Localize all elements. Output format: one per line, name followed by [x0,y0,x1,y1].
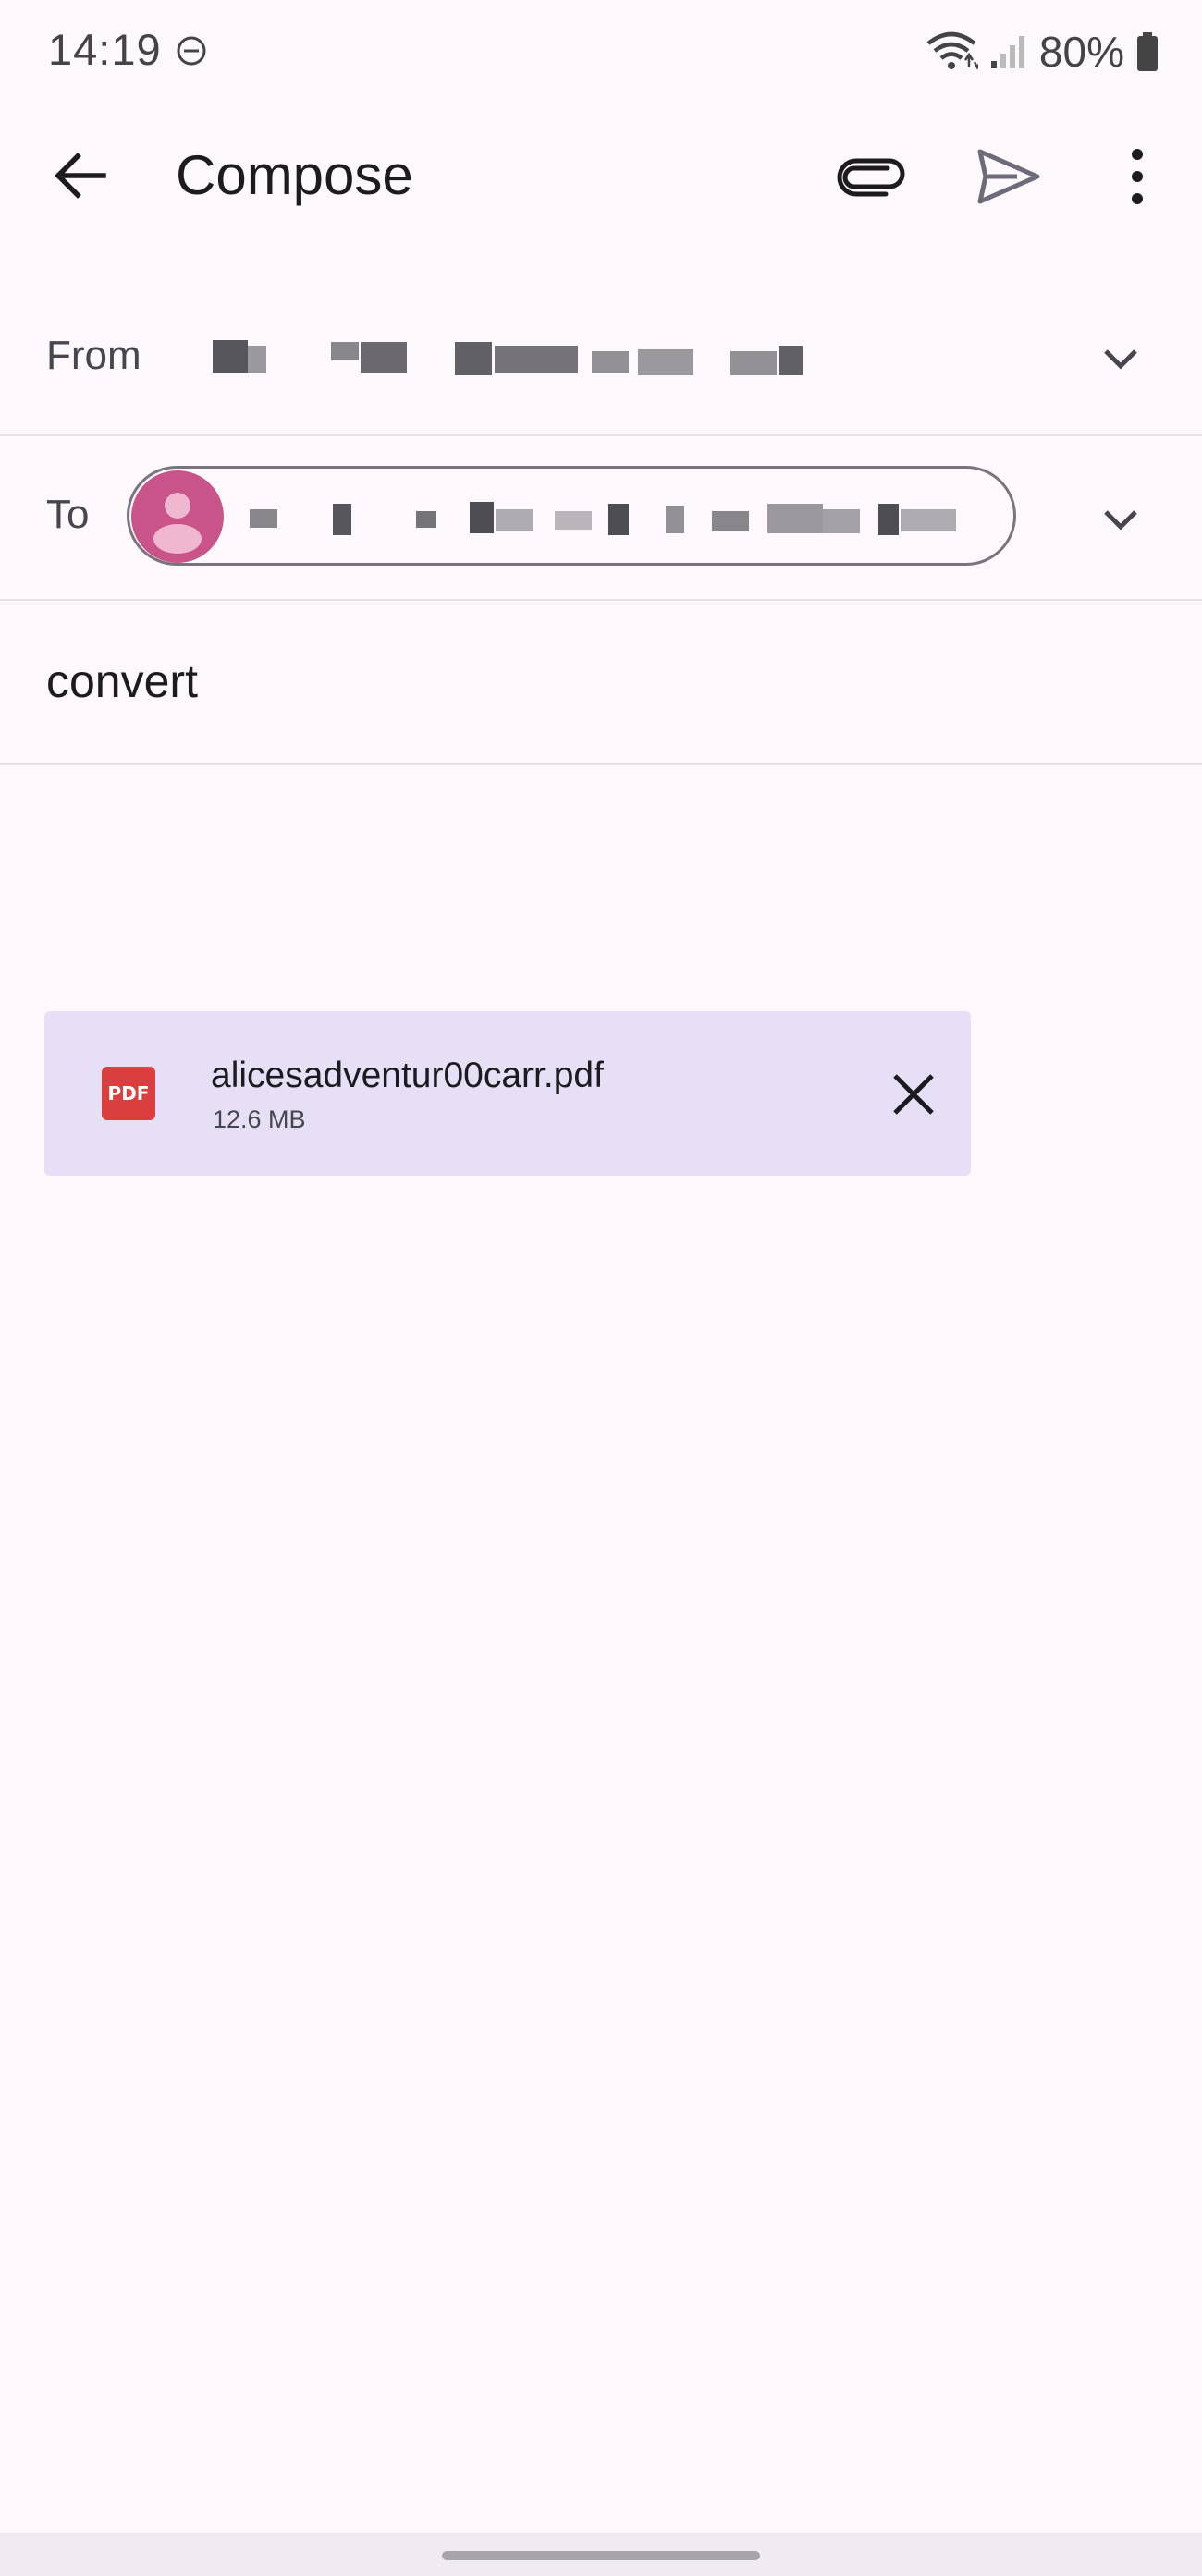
signal-icon [990,36,1024,68]
to-expand-chevron-icon[interactable] [1095,494,1147,545]
paperclip-icon[interactable] [832,140,906,214]
attachment-size: 12.6 MB [213,1105,306,1133]
more-vert-icon[interactable] [1110,139,1165,214]
back-arrow-icon[interactable] [46,140,117,211]
home-gesture-handle[interactable] [442,2551,760,2560]
to-label: To [46,492,90,537]
page-title: Compose [176,144,413,206]
compose-screen: 14:19 80% Compose From To convert PDF al… [0,0,1202,2576]
from-row: From [0,287,1202,436]
from-expand-chevron-icon[interactable] [1095,333,1147,385]
to-row: To [0,436,1202,601]
app-bar: Compose [0,102,1202,250]
wifi-icon [926,31,978,70]
avatar [131,470,224,563]
battery-icon [1137,32,1158,71]
attachment-filename: alicesadventur00carr.pdf [211,1056,604,1095]
subject-field[interactable]: convert [46,654,198,708]
remove-attachment-close-icon[interactable] [884,1065,943,1124]
recipient-address-redacted [250,502,956,535]
pdf-file-icon: PDF [102,1067,155,1120]
system-nav-bar [0,2533,1202,2576]
send-icon[interactable] [971,139,1047,214]
battery-percent: 80% [1038,28,1124,76]
person-icon [153,493,202,554]
status-bar: 14:19 80% [0,0,1202,102]
do-not-disturb-icon [177,36,206,66]
status-right: 80% [925,26,1159,78]
status-time: 14:19 [48,25,162,74]
recipient-chip[interactable] [127,466,1016,566]
attachment-card[interactable]: PDF alicesadventur00carr.pdf 12.6 MB [44,1011,971,1176]
from-label: From [46,333,141,378]
from-address-redacted[interactable] [213,333,823,388]
subject-row[interactable]: convert [0,601,1202,765]
